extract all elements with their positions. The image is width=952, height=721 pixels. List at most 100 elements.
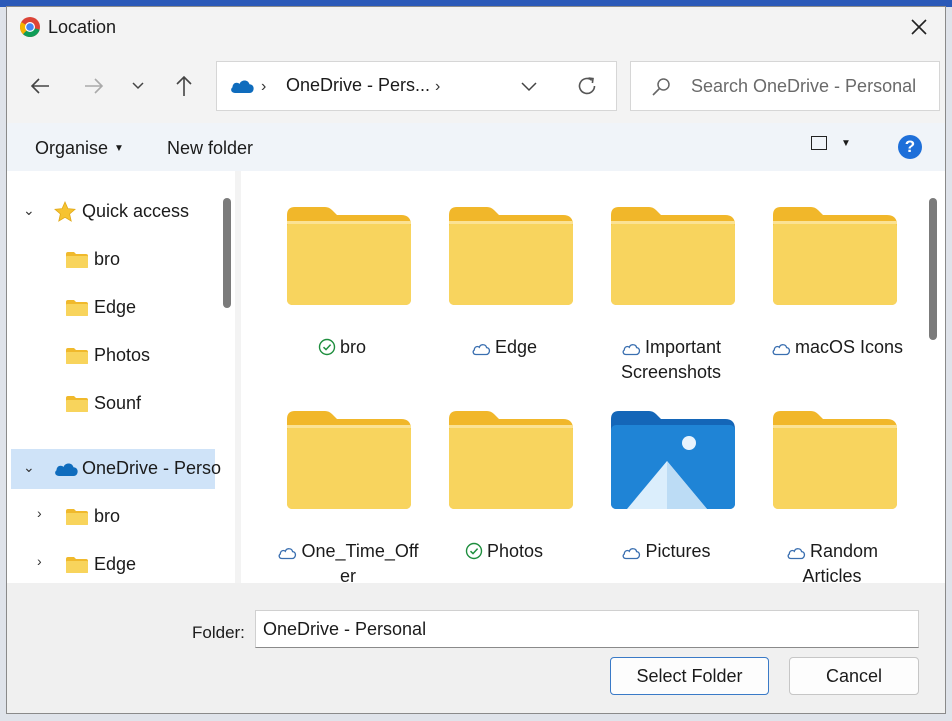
- folder-item-important-screenshots[interactable]: Important Screenshots: [591, 185, 741, 382]
- sidebar-item-label: bro: [94, 506, 121, 526]
- item-name: Edge: [429, 335, 579, 360]
- folder-icon: [66, 300, 88, 316]
- help-button[interactable]: ?: [898, 135, 922, 159]
- organise-menu[interactable]: Organise ▼: [35, 138, 124, 159]
- collapsed-chevron-icon[interactable]: ›: [37, 553, 42, 569]
- item-name: bro: [267, 335, 417, 360]
- sidebar-item-label: Edge: [94, 554, 137, 574]
- folder-icon: [66, 252, 88, 268]
- organise-label: Organise: [35, 138, 109, 158]
- folder-icon: [66, 396, 88, 412]
- cloud-status-icon: [622, 344, 641, 356]
- content-scrollbar[interactable]: [929, 198, 937, 340]
- folder-name-input[interactable]: [255, 610, 919, 648]
- sidebar-item-sounf[interactable]: Sounf: [11, 384, 215, 424]
- new-folder-button[interactable]: New folder: [167, 138, 253, 159]
- sidebar-item-label: Quick access: [82, 201, 190, 221]
- cloud-status-icon: [278, 548, 297, 560]
- item-name-text: Random Articles: [802, 541, 879, 583]
- caret-down-icon: ▼: [114, 143, 124, 154]
- item-name-text: Edge: [494, 337, 538, 357]
- refresh-icon[interactable]: [576, 75, 598, 97]
- search-box[interactable]: Search OneDrive - Personal: [630, 61, 940, 111]
- close-icon: [911, 19, 927, 35]
- breadcrumb-chevron[interactable]: ›: [261, 78, 266, 96]
- close-button[interactable]: [899, 11, 939, 43]
- sidebar-item-bro[interactable]: bro: [11, 240, 215, 280]
- breadcrumb-onedrive[interactable]: OneDrive - Pers...: [286, 75, 430, 96]
- synced-check-icon: [465, 542, 483, 560]
- item-name-text: Pictures: [645, 541, 711, 561]
- sidebar-item-quick-access[interactable]: ⌄ Quick access: [11, 192, 215, 232]
- arrow-up-icon: [176, 75, 192, 96]
- collapsed-chevron-icon[interactable]: ›: [37, 505, 42, 521]
- dialog-title: Location: [48, 17, 117, 37]
- sidebar-item-photos[interactable]: Photos: [11, 336, 215, 376]
- pictures-folder-icon: [611, 411, 735, 509]
- location-dialog: Location › OneDrive - Pers... › Search O…: [6, 6, 946, 714]
- chevron-down-icon: [132, 82, 144, 90]
- sidebar-item-onedrive-bro[interactable]: › bro: [11, 497, 215, 537]
- sidebar-item-edge[interactable]: Edge: [11, 288, 215, 328]
- recent-locations-button[interactable]: [121, 69, 155, 103]
- address-dropdown-icon[interactable]: [521, 77, 537, 95]
- sidebar-item-label: Edge: [94, 297, 137, 317]
- cloud-status-icon: [472, 344, 491, 356]
- command-bar: Organise ▼ New folder ▼ ?: [7, 123, 945, 171]
- cloud-status-icon: [787, 548, 806, 560]
- folder-item-edge[interactable]: Edge: [429, 185, 579, 375]
- view-icon: [811, 136, 827, 150]
- forward-button[interactable]: [77, 69, 111, 103]
- item-name-text: bro: [339, 337, 366, 357]
- expanded-chevron-icon[interactable]: ⌄: [23, 459, 35, 476]
- item-name-text: macOS Icons: [794, 337, 904, 357]
- folder-icon: [66, 557, 88, 573]
- item-name: One_Time_Offer: [275, 539, 421, 583]
- item-name: Photos: [429, 539, 579, 564]
- item-name: macOS Icons: [757, 335, 917, 360]
- folder-item-macos-icons[interactable]: macOS Icons: [753, 185, 903, 375]
- view-options-button[interactable]: ▼: [811, 136, 851, 150]
- expanded-chevron-icon[interactable]: ⌄: [23, 202, 35, 219]
- synced-check-icon: [318, 338, 336, 356]
- select-folder-button[interactable]: Select Folder: [610, 657, 769, 695]
- folder-item-pictures[interactable]: Pictures: [591, 389, 741, 579]
- folder-item-one-time-offer[interactable]: One_Time_Offer: [267, 389, 419, 583]
- search-input[interactable]: Search OneDrive - Personal: [691, 76, 916, 97]
- cancel-button[interactable]: Cancel: [789, 657, 919, 695]
- help-icon: ?: [904, 137, 916, 156]
- caret-down-icon: ▼: [841, 137, 851, 149]
- item-name: Important Screenshots: [601, 335, 741, 385]
- folder-item-random-articles[interactable]: Random Articles: [753, 389, 903, 583]
- sidebar-item-label: Photos: [94, 345, 151, 365]
- onedrive-cloud-icon: [55, 463, 78, 476]
- navigation-scrollbar[interactable]: [223, 198, 231, 308]
- dialog-footer: Folder: Select Folder Cancel: [7, 583, 945, 713]
- sidebar-item-onedrive-edge[interactable]: › Edge: [11, 545, 215, 583]
- folder-icon: [611, 207, 735, 305]
- file-list[interactable]: bro Edge Important Screenshots macOS Ico…: [241, 171, 945, 583]
- item-name-text: Photos: [486, 541, 544, 561]
- up-button[interactable]: [167, 69, 201, 103]
- folder-icon: [287, 411, 411, 509]
- navigation-pane[interactable]: ⌄ Quick access bro Edge Photos Sounf ⌄ O…: [7, 171, 235, 583]
- folder-icon: [287, 207, 411, 305]
- arrow-left-icon: [30, 78, 49, 94]
- cloud-status-icon: [772, 344, 791, 356]
- search-icon: [652, 78, 670, 96]
- breadcrumb-chevron[interactable]: ›: [435, 78, 440, 96]
- folder-item-photos[interactable]: Photos: [429, 389, 579, 579]
- sidebar-item-onedrive[interactable]: ⌄ OneDrive - Perso: [11, 449, 221, 489]
- star-icon: [54, 201, 76, 222]
- item-name: Pictures: [591, 539, 741, 564]
- folder-icon: [773, 207, 897, 305]
- sidebar-item-label: OneDrive - Perso: [82, 458, 222, 478]
- folder-item-bro[interactable]: bro: [267, 185, 417, 375]
- item-name: Random Articles: [767, 539, 897, 583]
- item-name-text: One_Time_Offer: [301, 541, 419, 583]
- folder-label: Folder:: [192, 623, 245, 642]
- back-button[interactable]: [23, 69, 57, 103]
- address-bar[interactable]: › OneDrive - Pers... ›: [216, 61, 617, 111]
- folder-icon: [449, 411, 573, 509]
- sidebar-item-label: bro: [94, 249, 121, 269]
